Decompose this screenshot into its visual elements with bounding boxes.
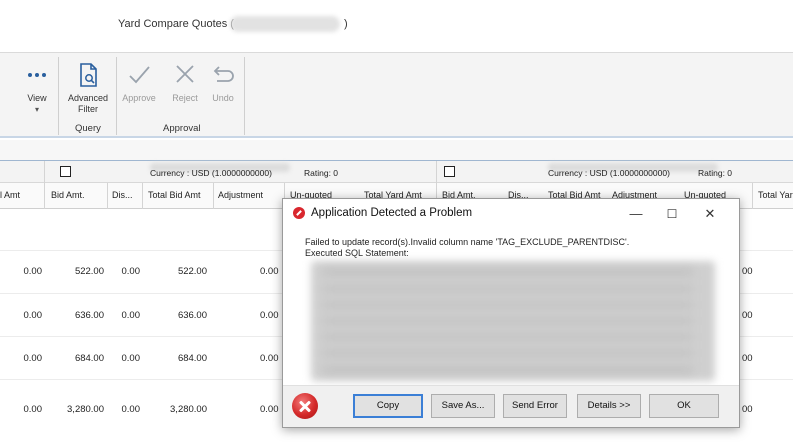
column-header[interactable]: Dis... xyxy=(112,190,133,200)
cell-clipped: 00 xyxy=(742,353,753,364)
advanced-filter-label-2: Filter xyxy=(78,104,98,114)
column-divider xyxy=(142,183,143,209)
cell-clipped: 00 xyxy=(742,266,753,277)
send-error-button[interactable]: Send Error xyxy=(503,394,567,418)
undo-icon xyxy=(213,66,234,82)
window-title-bar: Yard Compare Quotes ( ) xyxy=(0,0,793,52)
cell-total-bid: 636.00 xyxy=(177,310,207,321)
cell-amt: 0.00 xyxy=(23,266,43,277)
view-label: View xyxy=(27,93,47,103)
advanced-filter-label: Advanced xyxy=(67,93,109,103)
cell-discount: 0.00 xyxy=(121,353,141,364)
vendor-currency: Currency : USD (1.0000000000) xyxy=(150,168,272,178)
vendor-select-checkbox[interactable] xyxy=(60,166,71,177)
cell-clipped: 00 xyxy=(742,310,753,321)
cell-bid-amt: 684.00 xyxy=(74,353,104,364)
ok-button[interactable]: OK xyxy=(649,394,719,418)
error-dialog: Application Detected a Problem — ☐ ✕ Fai… xyxy=(282,198,740,428)
vendor-rating: Rating: 0 xyxy=(304,168,339,178)
cell-discount: 0.00 xyxy=(121,404,141,415)
maximize-button[interactable]: ☐ xyxy=(659,203,685,225)
dialog-footer: Copy Save As... Send Error Details >> OK xyxy=(283,385,739,427)
save-as-button[interactable]: Save As... xyxy=(431,394,495,418)
advanced-filter-button[interactable]: Advanced Filter xyxy=(64,61,112,115)
ribbon-separator xyxy=(116,57,117,135)
more-icon xyxy=(28,73,46,77)
cell-adjustment: 0.00 xyxy=(260,404,279,415)
error-message-line: Failed to update record(s).Invalid colum… xyxy=(305,237,630,247)
vendor-header-row: Currency : USD (1.0000000000) Rating: 0 … xyxy=(0,161,793,183)
view-button[interactable]: View ▾ xyxy=(22,61,52,115)
grid-top-band xyxy=(0,140,793,160)
cell-adjustment: 0.00 xyxy=(260,266,279,277)
cell-total-bid: 3,280.00 xyxy=(170,404,207,415)
cell-bid-amt: 636.00 xyxy=(74,310,104,321)
dialog-title-bar[interactable]: Application Detected a Problem — ☐ ✕ xyxy=(283,199,739,229)
cell-adjustment: 0.00 xyxy=(260,353,279,364)
checkmark-icon xyxy=(129,66,150,84)
vendor-currency: Currency : USD (1.0000000000) xyxy=(548,168,670,178)
column-divider xyxy=(107,183,108,209)
sql-statement-label: Executed SQL Statement: xyxy=(305,248,409,258)
approve-label: Approve xyxy=(122,93,156,103)
column-divider xyxy=(213,183,214,209)
column-divider xyxy=(44,161,45,209)
window-title-suffix: ) xyxy=(344,18,348,30)
cell-amt: 0.00 xyxy=(23,404,43,415)
x-icon xyxy=(176,65,194,83)
dropdown-caret-icon: ▾ xyxy=(34,105,39,114)
copy-button[interactable]: Copy xyxy=(353,394,423,418)
undo-button[interactable]: Undo xyxy=(208,61,238,104)
column-header[interactable]: Adjustment xyxy=(218,190,263,200)
window-title: Yard Compare Quotes ( xyxy=(118,18,234,30)
column-header[interactable]: Bid Amt. xyxy=(51,190,85,200)
reject-button[interactable]: Reject xyxy=(168,61,202,104)
close-button[interactable]: ✕ xyxy=(697,203,723,225)
cell-amt: 0.00 xyxy=(23,353,43,364)
cell-discount: 0.00 xyxy=(121,266,141,277)
cell-adjustment: 0.00 xyxy=(260,310,279,321)
column-header[interactable]: Total Yar xyxy=(758,190,793,200)
approve-button[interactable]: Approve xyxy=(120,61,158,104)
cell-total-bid: 522.00 xyxy=(177,266,207,277)
vendor-rating: Rating: 0 xyxy=(698,168,733,178)
cell-discount: 0.00 xyxy=(121,310,141,321)
redacted-sql-text xyxy=(323,269,693,373)
group-label-query: Query xyxy=(75,123,101,134)
error-message: Failed to update record(s).Invalid colum… xyxy=(305,237,629,259)
ribbon-separator xyxy=(244,57,245,135)
cell-amt: 0.00 xyxy=(23,310,43,321)
vendor-select-checkbox[interactable] xyxy=(444,166,455,177)
column-divider xyxy=(752,183,753,209)
redacted-title-part xyxy=(230,16,340,32)
error-icon xyxy=(292,393,318,419)
group-label-approval: Approval xyxy=(163,123,201,134)
undo-label: Undo xyxy=(212,93,234,103)
dialog-title: Application Detected a Problem xyxy=(311,207,473,219)
details-button[interactable]: Details >> xyxy=(577,394,641,418)
filter-document-icon xyxy=(80,63,97,87)
ribbon-toolbar: View ▾ Advanced Filter Approve Reject Un… xyxy=(0,52,793,138)
error-small-icon xyxy=(293,207,305,219)
minimize-button[interactable]: — xyxy=(623,203,649,225)
cell-bid-amt: 3,280.00 xyxy=(67,404,104,415)
cell-clipped: 00 xyxy=(742,404,753,415)
reject-label: Reject xyxy=(172,93,198,103)
column-header[interactable]: l Amt xyxy=(0,190,20,200)
column-header[interactable]: Total Bid Amt xyxy=(148,190,201,200)
cell-bid-amt: 522.00 xyxy=(74,266,104,277)
cell-total-bid: 684.00 xyxy=(177,353,207,364)
ribbon-separator xyxy=(58,57,59,135)
